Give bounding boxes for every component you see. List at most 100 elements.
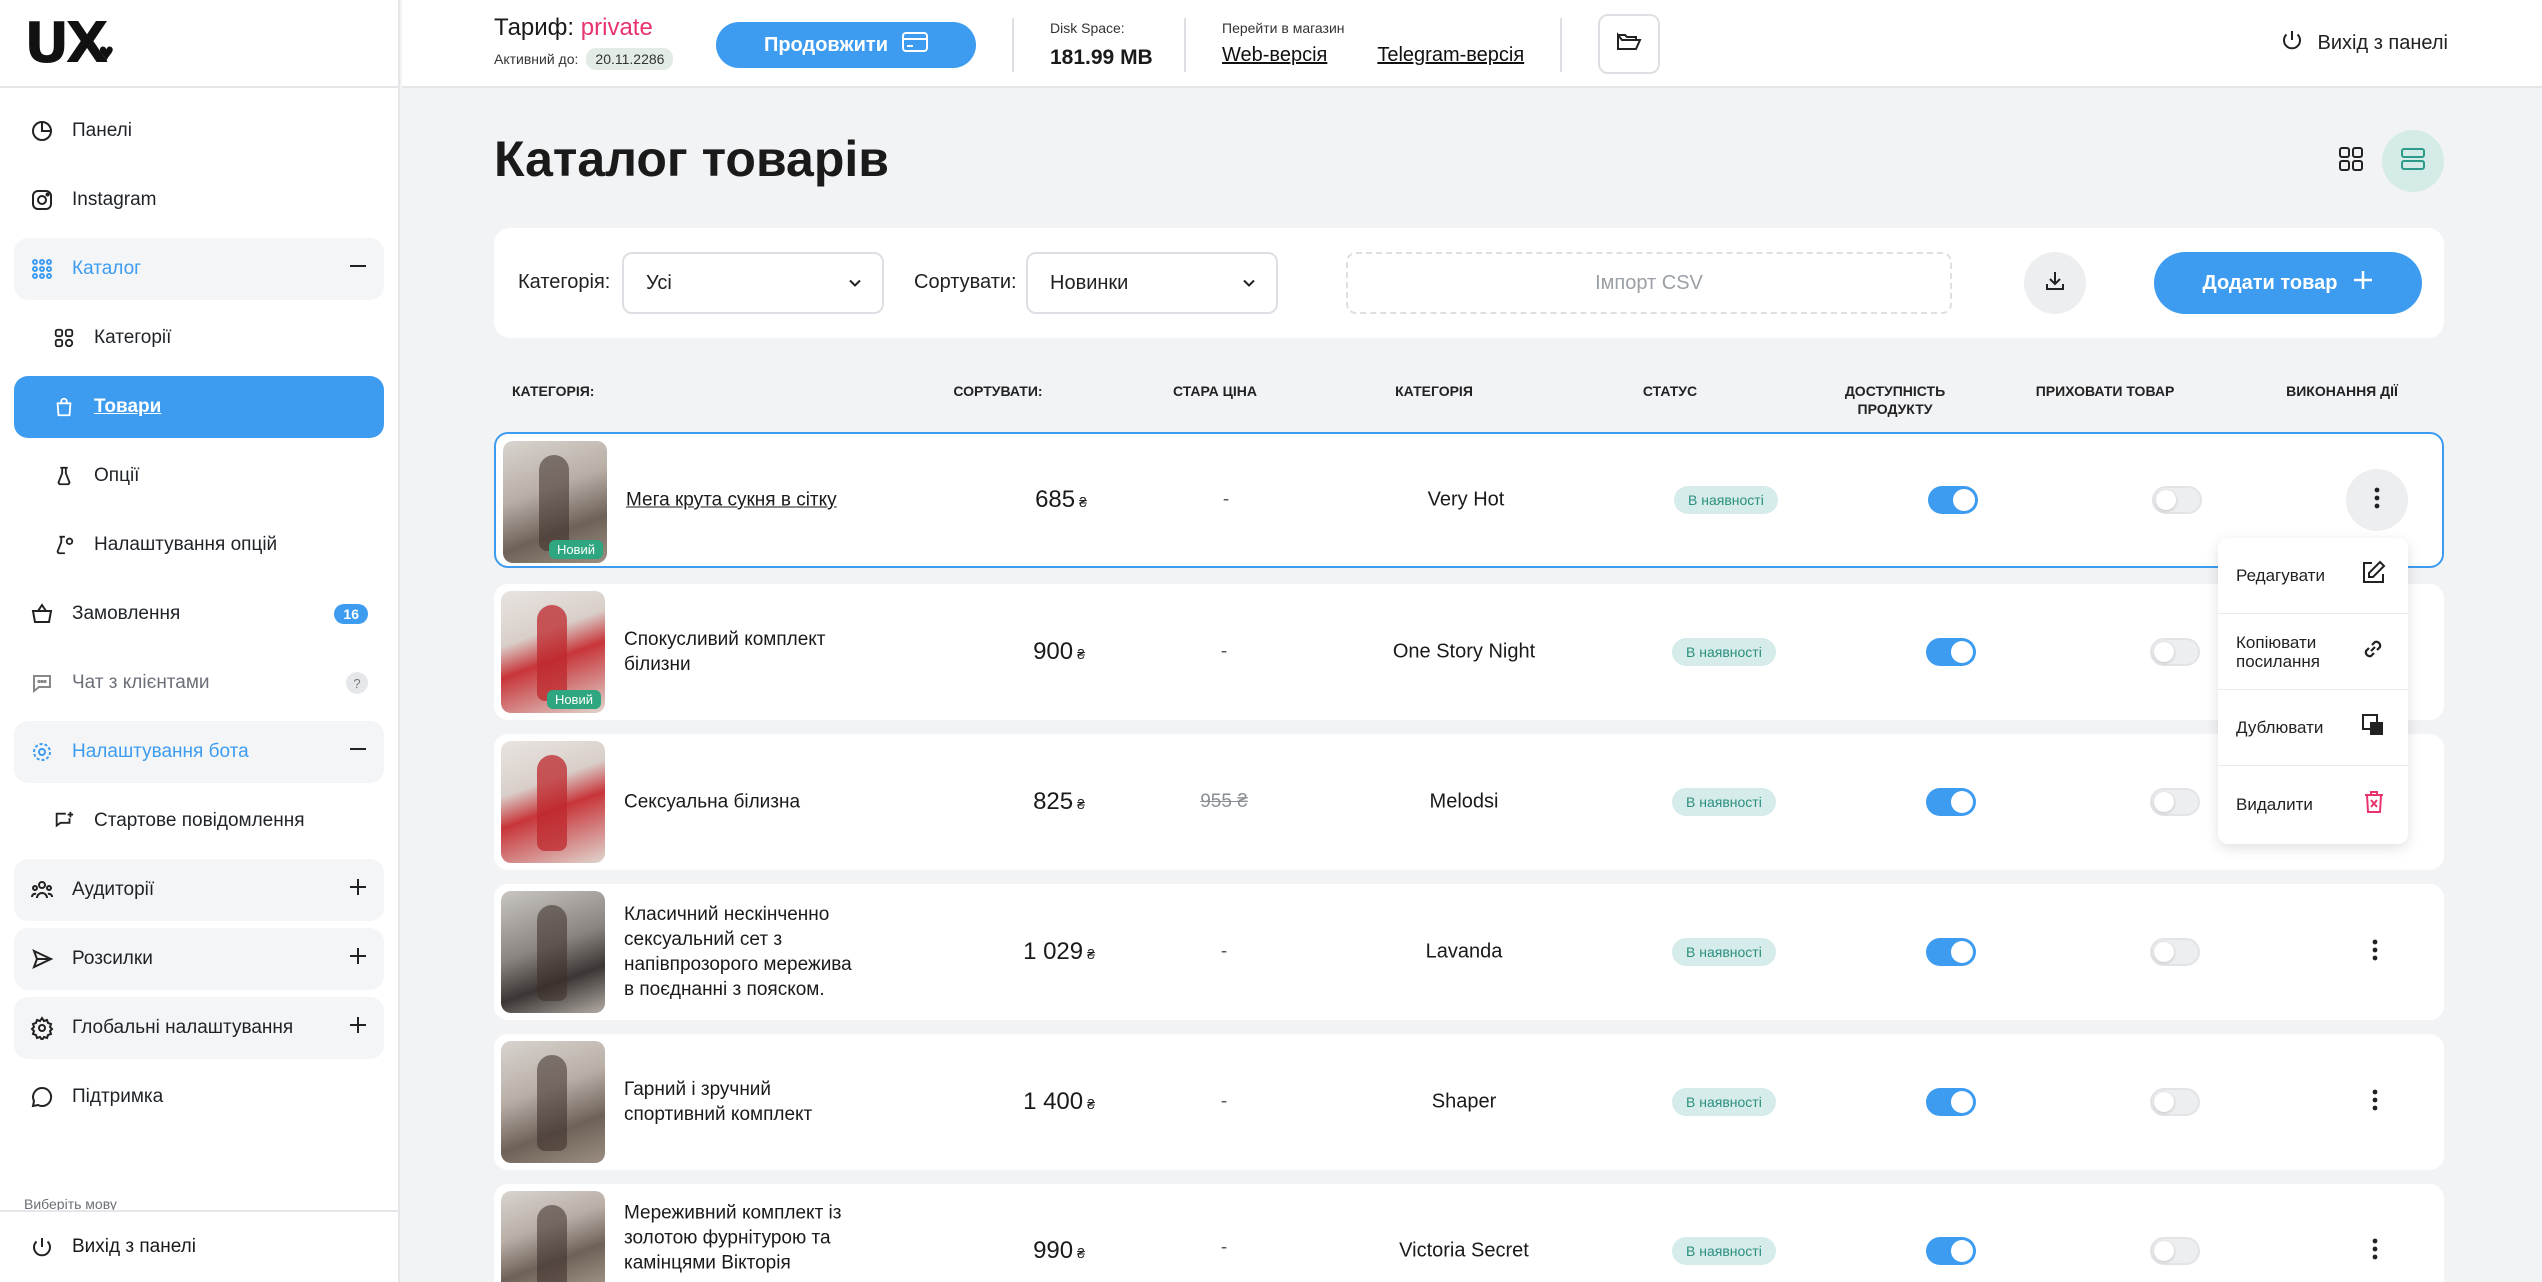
- send-icon: [28, 945, 56, 973]
- sidebar-item-panels[interactable]: Панелі: [14, 100, 384, 162]
- product-name[interactable]: Сексуальна білизна: [624, 790, 852, 815]
- sidebar-item-products[interactable]: Товари: [14, 376, 384, 438]
- menu-item-copy-link[interactable]: Копіювати посилання: [2218, 614, 2408, 690]
- menu-item-duplicate[interactable]: Дублювати: [2218, 690, 2408, 766]
- import-csv-dropzone[interactable]: Імпорт CSV: [1346, 252, 1952, 314]
- sort-select[interactable]: Новинки: [1026, 252, 1278, 314]
- table-row[interactable]: Новий Мега крута сукня в сітку 685 ₴ - Ve…: [494, 432, 2444, 568]
- hide-product-toggle[interactable]: [2152, 486, 2202, 514]
- table-row[interactable]: Мереживний комплект із золотою фурнітуро…: [494, 1184, 2444, 1282]
- product-image[interactable]: Новий: [501, 591, 605, 713]
- sidebar-item-chat[interactable]: Чат з клієнтами ?: [14, 652, 384, 714]
- sidebar-item-instagram[interactable]: Instagram: [14, 169, 384, 231]
- list-view-button[interactable]: [2382, 130, 2444, 192]
- availability-toggle[interactable]: [1926, 1088, 1976, 1116]
- sidebar-item-orders[interactable]: Замовлення 16: [14, 583, 384, 645]
- store-link-group: Web-версія Telegram-версія: [1222, 44, 1524, 67]
- power-icon: [28, 1233, 56, 1261]
- grid-icon: [2338, 146, 2364, 177]
- expand-plus-icon[interactable]: [348, 1015, 368, 1041]
- availability-toggle[interactable]: [1926, 788, 1976, 816]
- product-name[interactable]: Гарний і зручний спортивний комплект: [624, 1077, 852, 1127]
- product-name[interactable]: Спокусливий комплект білизни: [624, 627, 852, 677]
- product-category: Shaper: [1431, 1090, 1497, 1113]
- telegram-version-link[interactable]: Telegram-версія: [1377, 44, 1524, 67]
- users-icon: [28, 876, 56, 904]
- sidebar-item-audiences[interactable]: Аудиторії: [14, 859, 384, 921]
- sidebar-item-categories[interactable]: Категорії: [14, 307, 384, 369]
- availability-toggle[interactable]: [1928, 486, 1978, 514]
- download-button[interactable]: [2024, 252, 2086, 314]
- topbar-logout[interactable]: Вихід з панелі: [2280, 28, 2448, 58]
- product-category: Melodsi: [1429, 790, 1499, 813]
- sidebar-item-label: Налаштування опцій: [94, 534, 278, 555]
- continue-button[interactable]: Продовжити: [716, 22, 976, 68]
- product-price: 990 ₴: [984, 1237, 1134, 1265]
- availability-toggle[interactable]: [1926, 638, 1976, 666]
- product-image[interactable]: [501, 1041, 605, 1163]
- hide-product-toggle[interactable]: [2150, 638, 2200, 666]
- product-figure: [537, 1205, 567, 1282]
- sidebar-logout[interactable]: Вихід з панелі: [0, 1210, 398, 1282]
- folder-button[interactable]: [1598, 14, 1660, 74]
- product-name[interactable]: Класичний нескінченно сексуальний сет з …: [624, 902, 852, 1002]
- sidebar-item-global-settings[interactable]: Глобальні налаштування: [14, 997, 384, 1059]
- flask-icon: [50, 462, 78, 490]
- web-version-link[interactable]: Web-версія: [1222, 44, 1327, 67]
- menu-item-label: Редагувати: [2236, 566, 2325, 585]
- product-name[interactable]: Мереживний комплект із золотою фурнітуро…: [624, 1201, 852, 1276]
- table-row[interactable]: Новий Спокусливий комплект білизни 900 ₴ …: [494, 584, 2444, 720]
- row-actions-button[interactable]: [2344, 921, 2406, 983]
- store-label: Перейти в магазин: [1222, 20, 1345, 36]
- sidebar-item-mailings[interactable]: Розсилки: [14, 928, 384, 990]
- logo[interactable]: UX ♥: [0, 0, 398, 88]
- collapse-minus-icon[interactable]: [348, 256, 368, 282]
- product-image[interactable]: [501, 891, 605, 1013]
- category-select[interactable]: Усі: [622, 252, 884, 314]
- status-badge: В наявності: [1672, 938, 1776, 966]
- hide-product-toggle[interactable]: [2150, 1088, 2200, 1116]
- sidebar-item-support[interactable]: Підтримка: [14, 1066, 384, 1128]
- gear-icon: [28, 738, 56, 766]
- page-title: Каталог товарів: [494, 131, 890, 187]
- expand-plus-icon[interactable]: [348, 946, 368, 972]
- hide-product-toggle[interactable]: [2150, 1237, 2200, 1265]
- download-icon: [2043, 269, 2067, 298]
- grid-view-button[interactable]: [2320, 130, 2382, 192]
- product-image[interactable]: [501, 741, 605, 863]
- price-value: 1 029: [1023, 938, 1084, 965]
- tariff-label: Тариф:: [494, 14, 575, 41]
- hide-product-toggle[interactable]: [2150, 938, 2200, 966]
- row-actions-button[interactable]: [2344, 1220, 2406, 1282]
- menu-item-delete[interactable]: Видалити: [2218, 766, 2408, 842]
- table-row[interactable]: Класичний нескінченно сексуальний сет з …: [494, 884, 2444, 1020]
- hide-product-toggle[interactable]: [2150, 788, 2200, 816]
- plus-icon: [2352, 269, 2374, 297]
- sidebar-item-catalog[interactable]: Каталог: [14, 238, 384, 300]
- table-row[interactable]: Гарний і зручний спортивний комплект 1 4…: [494, 1034, 2444, 1170]
- row-actions-button[interactable]: [2344, 1071, 2406, 1133]
- row-actions-button[interactable]: [2346, 469, 2408, 531]
- product-figure: [537, 1055, 567, 1151]
- sidebar-item-bot-settings[interactable]: Налаштування бота: [14, 721, 384, 783]
- speech-bubble-icon: [28, 1083, 56, 1111]
- product-image[interactable]: [501, 1191, 605, 1282]
- sidebar-item-label: Підтримка: [72, 1086, 164, 1107]
- table-row[interactable]: Сексуальна білизна 825 ₴ 955 ₴ Melodsi В …: [494, 734, 2444, 870]
- add-product-button[interactable]: Додати товар: [2154, 252, 2422, 314]
- collapse-minus-icon[interactable]: [348, 739, 368, 765]
- sidebar-item-options[interactable]: Опції: [14, 445, 384, 507]
- product-name-link[interactable]: Мега крута сукня в сітку: [626, 488, 886, 513]
- active-label: Активний до:: [494, 51, 579, 67]
- expand-plus-icon[interactable]: [348, 877, 368, 903]
- status-badge: В наявності: [1672, 1088, 1776, 1116]
- availability-toggle[interactable]: [1926, 1237, 1976, 1265]
- product-price: 1 029 ₴: [984, 938, 1134, 966]
- product-image[interactable]: Новий: [503, 441, 607, 563]
- sidebar-item-options-settings[interactable]: Налаштування опцій: [14, 514, 384, 576]
- menu-item-edit[interactable]: Редагувати: [2218, 538, 2408, 614]
- availability-toggle[interactable]: [1926, 938, 1976, 966]
- sidebar-item-label: Опції: [94, 465, 140, 486]
- edit-icon: [2360, 560, 2386, 591]
- sidebar-item-start-message[interactable]: Стартове повідомлення: [14, 790, 384, 852]
